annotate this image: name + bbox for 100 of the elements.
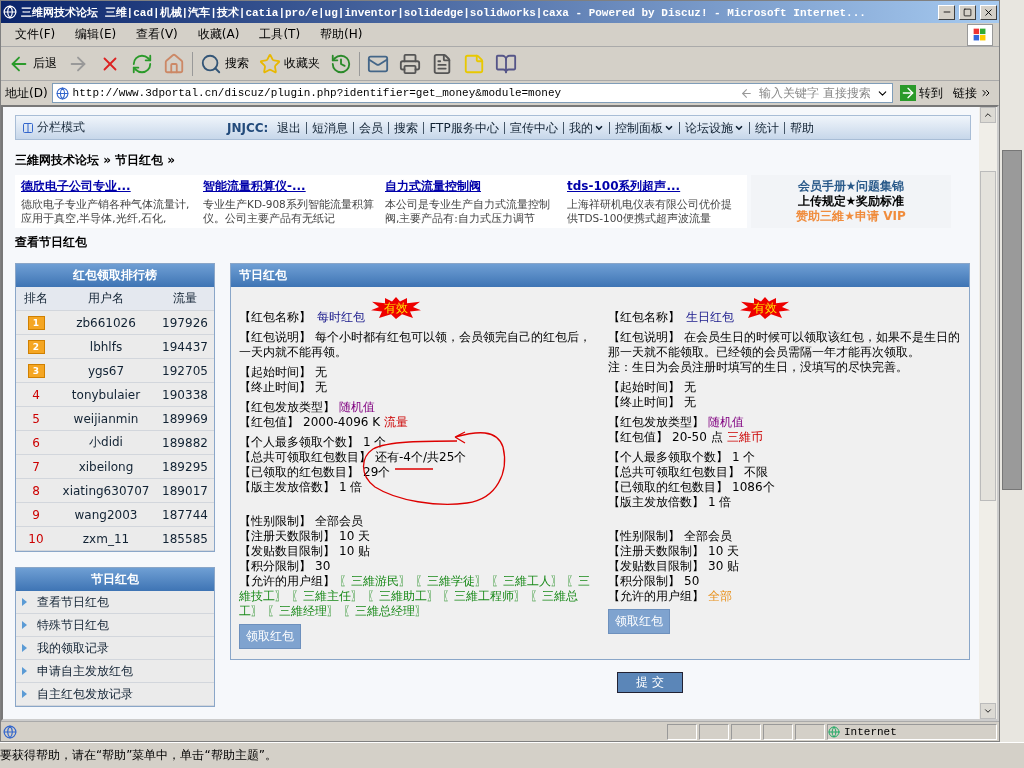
status-panel	[731, 723, 761, 740]
info-row-text: 【注册天数限制】 10 天	[608, 544, 741, 559]
status-badge: 有效	[740, 297, 790, 319]
ad-link[interactable]: 自力式流量控制阀	[385, 178, 559, 195]
search-icon	[200, 52, 222, 75]
flow-cell: 189295	[156, 455, 214, 479]
info-row-text: 【红包值】 20-50 点 三維币	[608, 430, 764, 445]
info-row-text: 【总共可领取红包数目】 不限	[608, 465, 769, 480]
flow-cell: 197926	[156, 311, 214, 335]
submit-button[interactable]: 提 交	[617, 672, 683, 693]
back-button[interactable]: 后退	[5, 50, 60, 77]
page-icon	[3, 5, 17, 19]
go-button[interactable]: 转到	[897, 82, 946, 104]
nav-link[interactable]: 会员	[353, 121, 389, 134]
search-button[interactable]: 搜索	[197, 50, 252, 77]
minimize-button[interactable]	[938, 4, 955, 20]
arrow-icon	[740, 86, 753, 100]
nav-link[interactable]: 短消息	[306, 121, 354, 134]
book-icon	[495, 52, 517, 75]
flow-cell: 189017	[156, 479, 214, 503]
note-icon	[463, 52, 485, 75]
ad-text: 德欣电子专业产销各种气体流量计,应用于真空,半导体,光纤,石化,	[21, 197, 191, 225]
maximize-button[interactable]	[959, 4, 976, 20]
info-row-text: 【性别限制】 全部会员	[608, 529, 733, 544]
menu-item[interactable]: 文件(F)	[7, 24, 64, 45]
menu-item[interactable]: 帮助(H)	[312, 24, 371, 45]
maximize-icon	[963, 7, 972, 17]
links-button[interactable]: 链接	[950, 82, 995, 104]
info-row-text: 【终止时间】 无	[239, 380, 328, 395]
nav-link[interactable]: 搜索	[388, 121, 424, 134]
side-link[interactable]: 会员手册★问题集锦	[797, 179, 905, 194]
info-row-text: 【发贴数目限制】 10 贴	[239, 544, 372, 559]
column-mode-link[interactable]: 分栏模式	[22, 119, 227, 136]
flow-cell: 192705	[156, 359, 214, 383]
home-icon	[163, 52, 185, 75]
info-row-text: 【已领取的红包数目】 1086个	[608, 480, 776, 495]
zone-label: Internet	[844, 725, 897, 738]
info-row-text: 【允许的用户组】 全部	[608, 589, 733, 604]
nav-link[interactable]: 宣传中心	[503, 121, 563, 134]
menu-item[interactable]: 收藏(A)	[189, 24, 248, 45]
side-link[interactable]: 上传规定★奖励标准	[797, 194, 905, 209]
info-row-text: 【红包值】 2000-4096 K 流量	[239, 415, 410, 430]
menu-item[interactable]: 编辑(E)	[67, 24, 125, 45]
nav-link[interactable]: 帮助	[783, 121, 819, 134]
outer-scrollbar[interactable]	[1000, 0, 1024, 742]
info-row-text: 【性别限制】 全部会员	[239, 514, 364, 529]
flow-cell: 185585	[156, 527, 214, 551]
packet-name-link[interactable]: 生日红包	[686, 310, 734, 325]
info-row-text: 【发贴数目限制】 30 贴	[608, 559, 741, 574]
menu-link[interactable]: 特殊节日红包	[16, 614, 214, 637]
card-title: 节日红包	[16, 568, 214, 591]
close-icon	[983, 6, 994, 18]
nav-link[interactable]: 论坛设施	[678, 121, 749, 134]
menu-link[interactable]: 我的领取记录	[16, 637, 214, 660]
menu-link[interactable]: 申请自主发放红包	[16, 660, 214, 683]
favorites-button[interactable]: 收藏夹	[256, 50, 323, 77]
page-icon	[3, 724, 17, 739]
rank-cell: 7	[16, 455, 56, 479]
flag-icon	[967, 23, 993, 46]
info-row-text: 【总共可领取红包数目】 还有-4个/共25个	[239, 450, 468, 465]
ad-text: 本公司是专业生产自力式流量控制阀,主要产品有:自力式压力调节	[385, 197, 551, 225]
ad-link[interactable]: 智能流量积算仪-...	[203, 178, 377, 195]
rank-cell: 9	[16, 503, 56, 527]
user-cell: tonybulaier	[56, 383, 156, 407]
ad-link[interactable]: 德欣电子公司专业...	[21, 178, 195, 195]
rank-cell: 10	[16, 527, 56, 551]
info-row-text: 【红包发放类型】 随机值	[239, 400, 376, 415]
rank-cell: 6	[16, 431, 56, 455]
flow-cell: 187744	[156, 503, 214, 527]
nav-link[interactable]: 统计	[748, 121, 784, 134]
ad-link[interactable]: tds-100系列超声...	[567, 178, 741, 195]
user-cell: ygs67	[56, 359, 156, 383]
menu-link[interactable]: 查看节日红包	[16, 591, 214, 614]
status-badge: 有效	[371, 297, 421, 319]
nav-link[interactable]: 控制面板	[608, 121, 679, 134]
nav-link[interactable]: FTP服务中心	[423, 121, 504, 134]
close-button[interactable]	[980, 4, 997, 20]
page-icon	[55, 86, 69, 100]
address-field[interactable]: http://www.3dportal.cn/discuz/plugin.php?identifier=get_money&module=money 输入关键字 直接搜索	[51, 83, 893, 103]
info-row-text: 【个人最多领取个数】 1 个	[608, 450, 757, 465]
info-row-text: 【积分限制】 50	[608, 574, 701, 589]
vertical-scrollbar[interactable]	[979, 107, 997, 719]
menu-link[interactable]: 自主红包发放记录	[16, 683, 214, 706]
rank-cell: 4	[16, 383, 56, 407]
page-heading: 查看节日红包	[15, 234, 88, 251]
packet-name-link[interactable]: 每时红包	[317, 310, 365, 325]
card-title: 红包领取排行榜	[16, 264, 214, 287]
keyword-search-field[interactable]: 输入关键字 直接搜索	[757, 85, 872, 101]
user-cell: 小didi	[56, 431, 156, 455]
info-row-text: 【积分限制】 30	[239, 559, 332, 574]
nav-link[interactable]: 我的	[562, 121, 609, 134]
triangle-icon	[22, 621, 27, 629]
document-icon	[431, 52, 453, 75]
nav-link[interactable]: 退出	[272, 121, 307, 134]
address-label: 地址(D)	[5, 84, 48, 102]
info-row-text: 【版主发放倍数】 1 倍	[608, 495, 733, 510]
menu-item[interactable]: 查看(V)	[128, 24, 186, 45]
chevrons-icon	[980, 87, 992, 99]
column-header: 流量	[156, 287, 214, 311]
menu-item[interactable]: 工具(T)	[251, 24, 309, 45]
